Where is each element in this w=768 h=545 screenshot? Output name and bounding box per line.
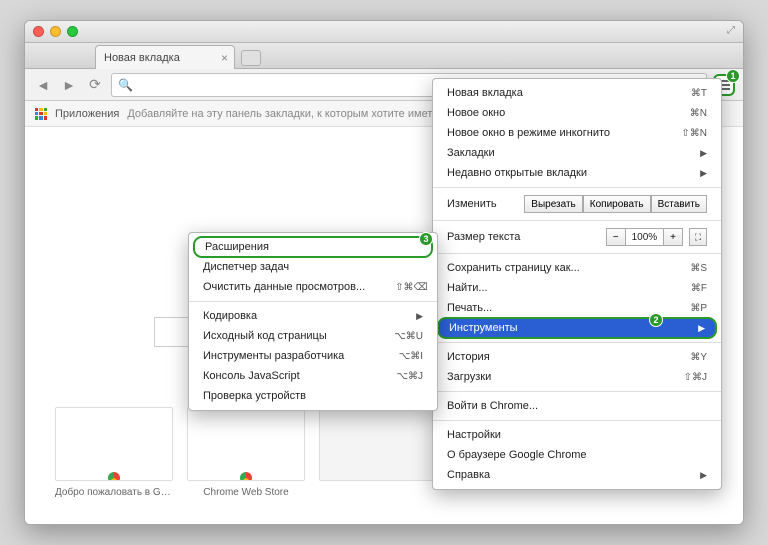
- menu-separator: [433, 253, 721, 254]
- search-icon: 🔍: [118, 78, 133, 92]
- reload-button[interactable]: ⟳: [85, 75, 105, 95]
- submenu-console[interactable]: Консоль JavaScript⌥⌘J: [189, 366, 437, 386]
- apps-label[interactable]: Приложения: [55, 108, 119, 120]
- menu-separator: [433, 187, 721, 188]
- thumb-welcome[interactable]: Добро пожаловать в Go...: [55, 407, 173, 498]
- menu-new-window[interactable]: Новое окно⌘N: [433, 103, 721, 123]
- callout-badge-1: 1: [726, 69, 740, 83]
- menu-zoom-row: Размер текста − 100% + ⛶: [433, 225, 721, 249]
- thumb-empty[interactable]: [319, 407, 437, 498]
- window-controls: [33, 26, 78, 37]
- menu-signin[interactable]: Войти в Chrome...: [433, 396, 721, 416]
- menu-tools[interactable]: Инструменты▶ 2: [437, 317, 717, 339]
- new-tab-button[interactable]: [241, 50, 261, 66]
- tools-submenu: Расширения 3 Диспетчер задач Очистить да…: [188, 232, 438, 411]
- titlebar: ⤢: [25, 21, 743, 43]
- menu-bookmarks[interactable]: Закладки▶: [433, 143, 721, 163]
- menu-print[interactable]: Печать...⌘P: [433, 298, 721, 318]
- callout-badge-2: 2: [649, 313, 663, 327]
- zoom-value: 100%: [626, 228, 664, 246]
- menu-edit-row: Изменить Вырезать Копировать Вставить: [433, 192, 721, 216]
- menu-separator: [433, 220, 721, 221]
- zoom-out-button[interactable]: −: [606, 228, 626, 246]
- submenu-devtools[interactable]: Инструменты разработчика⌥⌘I: [189, 346, 437, 366]
- submenu-inspect-devices[interactable]: Проверка устройств: [189, 386, 437, 406]
- thumb-webstore[interactable]: Chrome Web Store: [187, 407, 305, 498]
- copy-button[interactable]: Копировать: [583, 195, 651, 213]
- menu-separator: [433, 420, 721, 421]
- back-button[interactable]: ◄: [33, 75, 53, 95]
- menu-incognito[interactable]: Новое окно в режиме инкогнито⇧⌘N: [433, 123, 721, 143]
- forward-button[interactable]: ►: [59, 75, 79, 95]
- close-window-button[interactable]: [33, 26, 44, 37]
- submenu-task-manager[interactable]: Диспетчер задач: [189, 257, 437, 277]
- menu-separator: [189, 301, 437, 302]
- minimize-window-button[interactable]: [50, 26, 61, 37]
- tab-strip: Новая вкладка ×: [25, 43, 743, 69]
- submenu-view-source[interactable]: Исходный код страницы⌥⌘U: [189, 326, 437, 346]
- cut-button[interactable]: Вырезать: [524, 195, 582, 213]
- menu-settings[interactable]: Настройки: [433, 425, 721, 445]
- menu-downloads[interactable]: Загрузки⇧⌘J: [433, 367, 721, 387]
- main-menu: Новая вкладка⌘T Новое окно⌘N Новое окно …: [432, 78, 722, 490]
- close-tab-icon[interactable]: ×: [221, 51, 228, 65]
- zoom-in-button[interactable]: +: [663, 228, 683, 246]
- menu-recent-tabs[interactable]: Недавно открытые вкладки▶: [433, 163, 721, 183]
- menu-about[interactable]: О браузере Google Chrome: [433, 445, 721, 465]
- callout-badge-3: 3: [419, 232, 433, 246]
- menu-separator: [433, 391, 721, 392]
- tab-title: Новая вкладка: [104, 52, 180, 64]
- submenu-encoding[interactable]: Кодировка▶: [189, 306, 437, 326]
- tab-new[interactable]: Новая вкладка ×: [95, 45, 235, 69]
- paste-button[interactable]: Вставить: [651, 195, 707, 213]
- menu-history[interactable]: История⌘Y: [433, 347, 721, 367]
- menu-find[interactable]: Найти...⌘F: [433, 278, 721, 298]
- menu-save-page[interactable]: Сохранить страницу как...⌘S: [433, 258, 721, 278]
- menu-new-tab[interactable]: Новая вкладка⌘T: [433, 83, 721, 103]
- submenu-clear-data[interactable]: Очистить данные просмотров...⇧⌘⌫: [189, 277, 437, 297]
- menu-separator: [433, 342, 721, 343]
- submenu-extensions[interactable]: Расширения 3: [193, 236, 433, 258]
- menu-help[interactable]: Справка▶: [433, 465, 721, 485]
- fullscreen-icon[interactable]: ⤢: [727, 25, 735, 36]
- fullscreen-button[interactable]: ⛶: [689, 228, 707, 246]
- apps-icon[interactable]: [35, 108, 47, 120]
- zoom-window-button[interactable]: [67, 26, 78, 37]
